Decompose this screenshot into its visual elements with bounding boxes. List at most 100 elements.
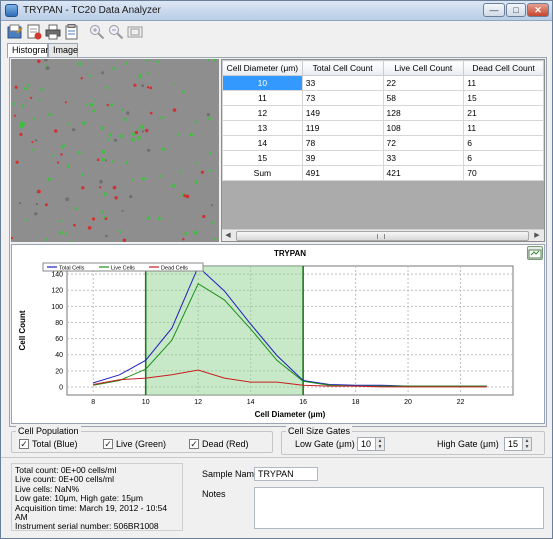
column-header-total[interactable]: Total Cell Count <box>301 60 384 76</box>
maximize-button[interactable]: □ <box>506 3 526 17</box>
cell-dot <box>145 128 149 133</box>
cell-dot <box>45 64 48 67</box>
scrollbar-thumb[interactable] <box>236 231 529 241</box>
table-cell[interactable]: 72 <box>382 135 465 151</box>
table-cell[interactable]: 15 <box>463 90 544 106</box>
cell-dot <box>182 238 185 241</box>
chart-legend: Total Cells Live Cells Dead Cells <box>42 262 204 272</box>
cell-dot <box>15 160 19 164</box>
dead-checkbox[interactable]: ✓ <box>189 439 199 449</box>
cell-dot <box>77 150 81 154</box>
x-tick-label: 22 <box>457 399 465 406</box>
minimize-button[interactable]: — <box>483 3 505 17</box>
table-horizontal-scrollbar[interactable]: ◀ ▶ <box>222 229 544 241</box>
zoom-out-icon[interactable] <box>108 24 124 40</box>
table-cell[interactable]: Sum <box>222 165 303 181</box>
table-cell[interactable]: 33 <box>301 75 384 91</box>
table-cell[interactable]: 108 <box>382 120 465 136</box>
cell-dot <box>21 104 25 108</box>
table-cell[interactable]: 6 <box>463 150 544 166</box>
tab-image[interactable]: Image <box>48 43 78 57</box>
table-cell[interactable]: 6 <box>463 135 544 151</box>
column-header-live[interactable]: Live Cell Count <box>382 60 465 76</box>
table-cell[interactable]: 421 <box>382 165 465 181</box>
sample-name-input[interactable]: TRYPAN <box>254 467 318 481</box>
cell-size-gates-title: Cell Size Gates <box>286 426 353 436</box>
cell-dot <box>209 169 213 172</box>
live-checkbox[interactable]: ✓ <box>103 439 113 449</box>
cell-dot <box>200 170 204 174</box>
dead-checkbox-label: Dead (Red) <box>202 439 249 449</box>
table-row[interactable]: Sum 491 421 70 <box>222 165 544 181</box>
high-gate-spinner[interactable]: ▲ ▼ <box>522 437 532 451</box>
y-axis-label: Cell Count <box>18 310 27 350</box>
total-checkbox[interactable]: ✓ <box>19 439 29 449</box>
cell-dot <box>12 102 16 106</box>
table-cell[interactable]: 73 <box>301 90 384 106</box>
table-cell[interactable]: 12 <box>222 105 303 121</box>
table-row[interactable]: 12 149 128 21 <box>222 105 544 121</box>
fit-icon[interactable] <box>127 24 143 40</box>
print-icon[interactable] <box>45 24 61 40</box>
table-cell[interactable]: 22 <box>382 75 465 91</box>
table-cell[interactable]: 14 <box>222 135 303 151</box>
table-cell[interactable]: 11 <box>463 75 544 91</box>
open-icon[interactable] <box>7 24 23 40</box>
cell-dot <box>96 158 100 161</box>
table-cell[interactable]: 128 <box>382 105 465 121</box>
cell-dot <box>105 234 108 238</box>
cell-dot <box>131 132 136 136</box>
cell-dot <box>112 185 117 190</box>
save-icon[interactable] <box>26 24 42 40</box>
tab-histogram[interactable]: Histogram <box>7 43 53 58</box>
zoom-in-icon[interactable] <box>89 24 105 40</box>
table-row[interactable]: 11 73 58 15 <box>222 90 544 106</box>
table-cell[interactable]: 11 <box>463 120 544 136</box>
cell-dot <box>19 121 24 126</box>
cell-dot <box>66 164 71 168</box>
table-cell[interactable]: 21 <box>463 105 544 121</box>
table-cell[interactable]: 70 <box>463 165 544 181</box>
high-gate-label: High Gate (μm) <box>437 439 499 449</box>
cell-dot <box>73 223 76 227</box>
table-cell[interactable]: 11 <box>222 90 303 106</box>
cell-dot <box>45 66 50 71</box>
cell-dot <box>112 67 116 70</box>
column-header-diameter[interactable]: Cell Diameter (μm) <box>222 60 303 76</box>
table-cell[interactable]: 78 <box>301 135 384 151</box>
low-gate-spinner[interactable]: ▲ ▼ <box>375 437 385 451</box>
table-cell[interactable]: 10 <box>222 75 303 91</box>
scroll-left-icon[interactable]: ◀ <box>222 230 234 242</box>
scroll-right-icon[interactable]: ▶ <box>531 230 543 242</box>
table-cell[interactable]: 119 <box>301 120 384 136</box>
table-cell[interactable]: 15 <box>222 150 303 166</box>
column-header-dead[interactable]: Dead Cell Count <box>463 60 544 76</box>
table-cell[interactable]: 13 <box>222 120 303 136</box>
report-icon[interactable] <box>64 24 80 40</box>
cell-dot <box>99 186 102 189</box>
chart-export-button[interactable] <box>527 246 543 260</box>
close-button[interactable]: ✕ <box>527 3 549 17</box>
notes-textarea[interactable] <box>254 487 544 529</box>
title-bar[interactable]: TRYPAN - TC20 Data Analyzer — □ ✕ <box>1 1 552 21</box>
cell-dot <box>72 128 76 132</box>
cell-dot <box>91 217 96 221</box>
chart-title: TRYPAN <box>274 249 306 258</box>
table-row[interactable]: 15 39 33 6 <box>222 150 544 166</box>
table-row[interactable]: 13 119 108 11 <box>222 120 544 136</box>
table-cell[interactable]: 149 <box>301 105 384 121</box>
table-cell[interactable]: 491 <box>301 165 384 181</box>
cell-dot <box>160 116 164 119</box>
table-row[interactable]: 14 78 72 6 <box>222 135 544 151</box>
cell-dot <box>34 139 38 142</box>
cell-dot <box>213 237 216 241</box>
cell-dot <box>54 129 58 133</box>
y-tick-label: 40 <box>55 352 63 359</box>
table-cell[interactable]: 58 <box>382 90 465 106</box>
table-row[interactable]: 10 33 22 11 <box>222 75 544 91</box>
cell-dot <box>25 219 29 222</box>
table-cell[interactable]: 39 <box>301 150 384 166</box>
table-cell[interactable]: 33 <box>382 150 465 166</box>
cell-dot <box>103 216 106 219</box>
cell-dot <box>140 124 145 129</box>
